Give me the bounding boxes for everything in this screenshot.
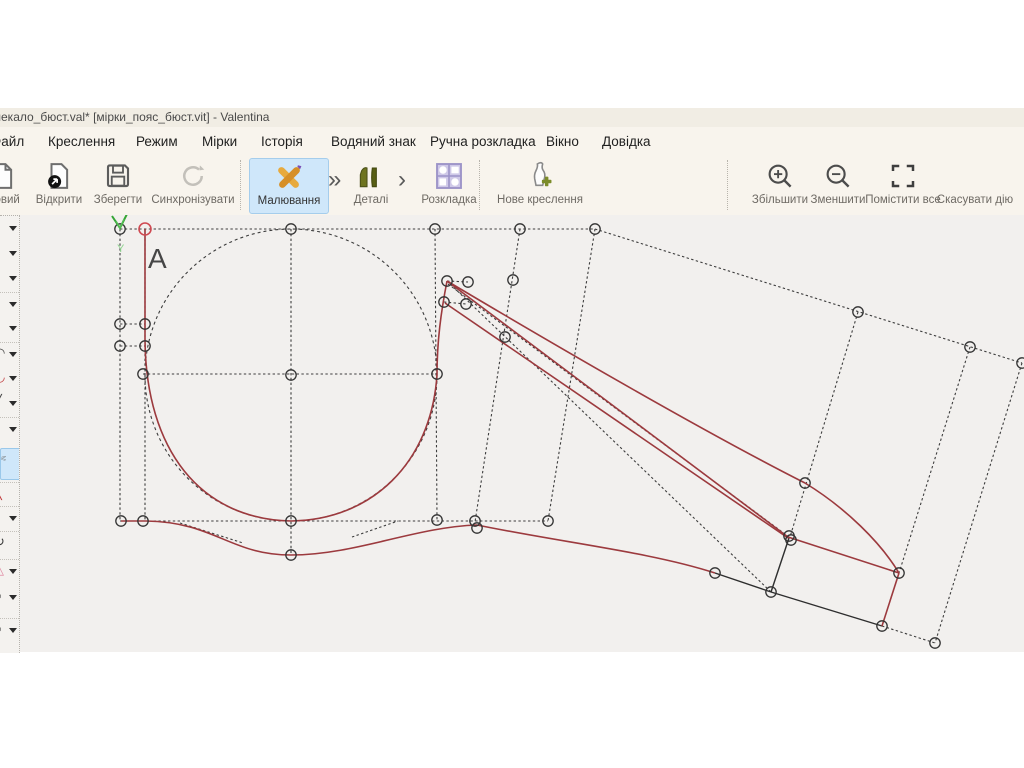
details-mode-icon: [343, 159, 399, 193]
menu-item-2[interactable]: Режим: [132, 127, 182, 157]
tool-dropdown-arrow-icon: [9, 276, 17, 281]
mode-chevron-icon: ›: [398, 165, 406, 195]
sidebar-tool-scissors[interactable]: ✄: [0, 448, 20, 480]
valentina-app-window: лекало_бюст.val* [мірки_пояс_бюст.vit] -…: [0, 0, 1024, 768]
menu-item-7[interactable]: Вікно: [542, 127, 583, 157]
open-file-icon: [27, 159, 91, 193]
slash-icon: ╱: [0, 394, 2, 410]
tool-dropdown-arrow-icon: [9, 569, 17, 574]
tool-dropdown-arrow-icon: [9, 226, 17, 231]
zoom-in-icon: [747, 159, 813, 193]
toolbar-button-label: Відкрити: [27, 193, 91, 207]
sidebar-tool-frag[interactable]: ◦: [0, 267, 19, 292]
sidebar-tool-arc-red[interactable]: ◡: [0, 367, 19, 392]
dot-red-icon: ●: [0, 319, 1, 336]
toolbar-button-draw-mode[interactable]: Малювання: [249, 158, 329, 214]
sync-icon: [145, 159, 241, 193]
layout-mode-icon: [415, 159, 483, 193]
new-pattern-icon: [490, 159, 590, 193]
sidebar-tool-circle[interactable]: ○: [0, 618, 19, 649]
sidebar-tool-slash[interactable]: ╱: [0, 392, 19, 417]
toolbar-button-label: Збільшити: [747, 193, 813, 207]
toolbar-button-zoom-in[interactable]: Збільшити: [747, 158, 813, 212]
sidebar-tool-arc[interactable]: ◠: [0, 342, 19, 368]
toolbar: Креслення: Пояс бюста⌄ НовийВідкритиЗбер…: [0, 157, 1024, 216]
toolbar-separator: [240, 160, 241, 210]
menu-item-5[interactable]: Водяний знак: [327, 127, 420, 157]
rotate-icon: ↻: [0, 534, 5, 550]
toolbar-button-label: Деталі: [343, 193, 399, 207]
menu-item-8[interactable]: Довідка: [598, 127, 655, 157]
toolbar-button-label: Зберегти: [86, 193, 150, 207]
sidebar-tool-frag[interactable]: ◦: [0, 417, 19, 444]
menu-bar: Файл Креслення Режим Мірки Історія Водяний зн…: [0, 127, 1024, 157]
toolbar-button-label: Скасувати дію: [930, 193, 1020, 207]
sidebar-tool-red-line[interactable]: ╲: [0, 482, 19, 507]
tool-dropdown-arrow-icon: [9, 302, 17, 307]
circle-icon: ○: [0, 588, 2, 604]
dot-red-icon: ●: [0, 509, 1, 526]
red-line-icon: ╲: [0, 485, 2, 501]
arc-red-icon: ◡: [0, 369, 5, 385]
toolbar-button-label: Нове креслення: [490, 193, 590, 207]
sidebar-tool-frag[interactable]: ◦: [0, 217, 19, 242]
title-bar: лекало_бюст.val* [мірки_пояс_бюст.vit] -…: [0, 108, 1024, 127]
tool-dropdown-arrow-icon: [9, 326, 17, 331]
tool-dropdown-arrow-icon: [9, 376, 17, 381]
toolbar-separator: [479, 160, 480, 210]
menu-item-1[interactable]: Креслення: [44, 127, 119, 157]
point-a-label: A: [148, 243, 167, 274]
toolbar-button-undo[interactable]: Скасувати дію: [930, 158, 1020, 212]
scissors-icon: ✄: [0, 451, 6, 467]
toolbar-button-layout-mode[interactable]: Розкладка: [415, 158, 483, 212]
drawing-canvas[interactable]: YA: [20, 215, 1024, 652]
sidebar-tool-circle[interactable]: ○: [0, 586, 19, 612]
toolbar-button-new-pattern[interactable]: Нове креслення: [490, 158, 590, 212]
sidebar-tool-dot-red[interactable]: ●: [0, 506, 19, 532]
tool-dropdown-arrow-icon: [9, 401, 17, 406]
sidebar-tool-frag[interactable]: ◦: [0, 242, 19, 267]
sidebar-tool-rotate[interactable]: ↻: [0, 531, 19, 558]
tool-dropdown-arrow-icon: [9, 516, 17, 521]
save-icon: [86, 159, 150, 193]
arc-icon: ◠: [0, 345, 5, 361]
menu-item-0[interactable]: Файл: [0, 127, 28, 157]
window-title: лекало_бюст.val* [мірки_пояс_бюст.vit] -…: [0, 108, 269, 127]
menu-item-3[interactable]: Мірки: [198, 127, 241, 157]
tool-dropdown-arrow-icon: [9, 251, 17, 256]
sidebar-tool-frag-red[interactable]: ◦: [0, 292, 19, 318]
draw-mode-icon: [250, 160, 328, 194]
menu-item-6[interactable]: Ручна розкладка: [426, 127, 540, 157]
mode-chevron-icon: »: [328, 165, 341, 195]
pattern-drawing: YA: [20, 215, 1024, 652]
toolbar-button-open-file[interactable]: Відкрити: [27, 158, 91, 212]
tool-dropdown-arrow-icon: [9, 595, 17, 600]
svg-text:Y: Y: [117, 243, 125, 255]
toolbar-button-label: Розкладка: [415, 193, 483, 207]
tool-sidebar: ◦◦◦◦●◠◡╱◦✄╲●↻△○○: [0, 215, 20, 653]
toolbar-button-label: Синхронізувати: [145, 193, 241, 207]
toolbar-button-sync[interactable]: Синхронізувати: [145, 158, 241, 212]
circle-icon: ○: [0, 621, 2, 637]
sidebar-tool-dot-red[interactable]: ●: [0, 317, 19, 342]
tool-dropdown-arrow-icon: [9, 427, 17, 432]
toolbar-button-save[interactable]: Зберегти: [86, 158, 150, 212]
tool-dropdown-arrow-icon: [9, 628, 17, 633]
tool-dropdown-arrow-icon: [9, 352, 17, 357]
sidebar-tool-tri-pink[interactable]: △: [0, 559, 19, 585]
toolbar-separator: [727, 160, 728, 210]
toolbar-button-label: Малювання: [250, 194, 328, 208]
menu-item-4[interactable]: Історія: [257, 127, 307, 157]
tri-pink-icon: △: [0, 562, 4, 578]
none-icon: [930, 159, 1020, 193]
toolbar-button-details-mode[interactable]: Деталі: [343, 158, 399, 212]
